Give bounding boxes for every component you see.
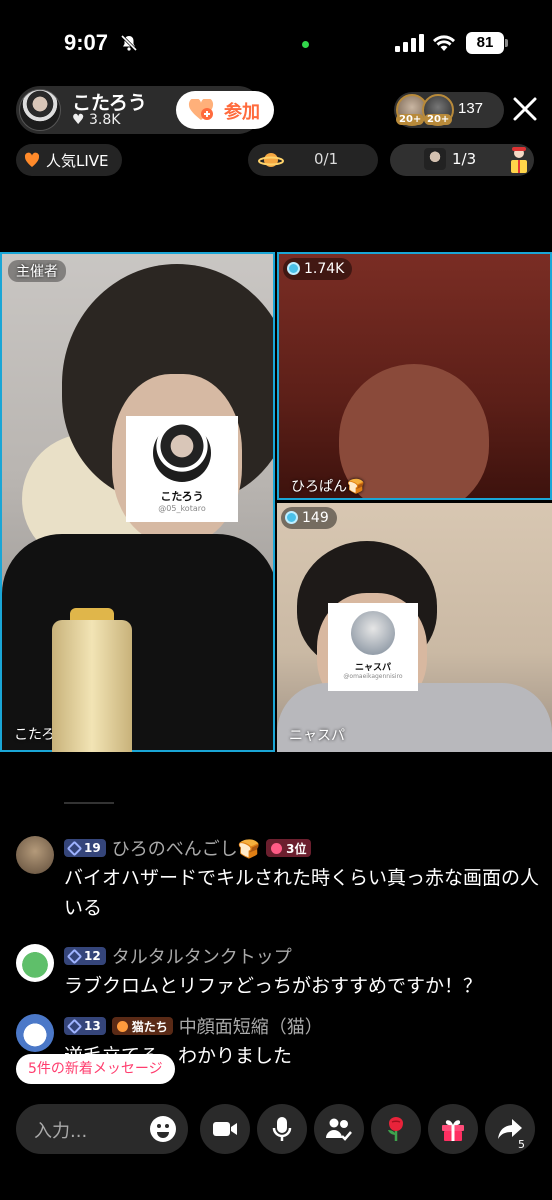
host-avatar[interactable] (19, 89, 61, 131)
people-check-icon (326, 1118, 352, 1141)
comment-header: 13 猫たち 中顔面短縮（猫） (64, 1014, 323, 1038)
commenter-avatar[interactable] (16, 944, 54, 982)
level-badge: 13 (64, 1017, 106, 1035)
host-likes: ♥ 3.8K (72, 112, 121, 128)
wifi-icon (433, 35, 455, 51)
microphone-icon (272, 1117, 292, 1141)
host-shirt (2, 534, 273, 750)
new-messages-button[interactable]: 5件の新着メッセージ (16, 1054, 175, 1084)
fan-heart-icon (116, 1020, 128, 1032)
rank-value: 3位 (286, 841, 307, 856)
join-label: 参加 (224, 102, 260, 123)
share-button[interactable] (485, 1104, 535, 1154)
close-icon[interactable] (512, 96, 538, 122)
status-time: 9:07 (64, 30, 109, 55)
guest2-profile-card[interactable]: ニャスパ @omaeikagennisiro (328, 603, 418, 691)
host-profile-pill[interactable]: こたろう ♥ 3.8K 参加 (16, 86, 274, 134)
comment-text: バイオハザードでキルされた時くらい真っ赤な画面の人いる (64, 867, 540, 919)
guest1-video-tile[interactable]: 1.74K ひろぱん🍞 (277, 252, 552, 500)
commenter-avatar[interactable] (16, 1014, 54, 1052)
guest-value: 1/3 (452, 150, 477, 168)
comment-header: 19 ひろのべんごし🍞 3位 (64, 835, 312, 861)
rose-icon (388, 1117, 403, 1141)
host-card-avatar (153, 424, 211, 482)
spray-can (52, 620, 132, 752)
host-name: こたろう (72, 92, 147, 114)
heart-plus-icon (188, 99, 214, 120)
host-role-tag: 主催者 (8, 260, 66, 282)
level-badge: 19 (64, 839, 106, 857)
guest2-name: ニャスパ (289, 728, 345, 744)
video-camera-icon (213, 1122, 237, 1136)
commenter-name[interactable]: ひろのべんごし🍞 (112, 835, 260, 861)
fan-club-badge: 猫たち (111, 1017, 173, 1035)
orange-heart-icon (24, 152, 40, 167)
rose-gift-button[interactable] (371, 1104, 421, 1154)
guest2-gems: 149 (302, 510, 329, 526)
planet-value: 0/1 (314, 150, 339, 168)
join-button[interactable]: 参加 (176, 91, 274, 129)
viewer-count: 137 (458, 100, 484, 117)
battery-indicator: 81 (466, 32, 504, 54)
privacy-indicator (302, 41, 309, 48)
guest2-card-name: ニャスパ (354, 663, 391, 673)
diamond-icon (66, 1018, 83, 1034)
diamond-icon (66, 948, 83, 964)
emoji-icon[interactable] (149, 1115, 177, 1143)
planet-icon (258, 153, 284, 167)
ranking-badge[interactable]: 人気LIVE (16, 144, 122, 176)
share-count: 5 (518, 1138, 525, 1151)
gem-icon (285, 511, 298, 524)
comment-input[interactable]: 入力... (16, 1104, 188, 1154)
level-badge: 12 (64, 947, 106, 965)
input-placeholder: 入力... (34, 1121, 88, 1142)
fan-club-name: 猫たち (131, 1019, 168, 1034)
guest2-card-avatar (351, 611, 395, 655)
host-profile-card[interactable]: こたろう @05_kotaro (126, 416, 238, 522)
comment-text: ラブクロムとリファどっちがおすすめですか！？ (64, 975, 483, 997)
chat-divider (64, 802, 114, 804)
rank-badge: 3位 (266, 839, 312, 857)
gift-button[interactable] (428, 1104, 478, 1154)
guest2-gem-badge: 149 (281, 507, 337, 529)
gift-character-icon (511, 147, 527, 173)
guest2-video-tile[interactable]: 149 ニャスパ @omaeikagennisiro ニャスパ (277, 503, 552, 752)
diamond-icon (66, 840, 83, 856)
guest-slots[interactable]: 1/3 (390, 144, 534, 176)
guest-avatar (424, 148, 446, 170)
video-button[interactable] (200, 1104, 250, 1154)
medal-icon (271, 842, 283, 854)
battery-tip (505, 39, 508, 47)
commenter-avatar[interactable] (16, 836, 54, 874)
viewer-badge: 20+ (424, 114, 453, 125)
guests-button[interactable] (314, 1104, 364, 1154)
host-card-name: こたろう (160, 490, 204, 503)
host-card-handle: @05_kotaro (158, 504, 206, 513)
guest1-gem-badge: 1.74K (283, 258, 353, 280)
guest1-gems: 1.74K (304, 261, 345, 277)
silent-bell-icon (120, 34, 138, 52)
level-value: 19 (84, 841, 101, 855)
level-value: 12 (84, 949, 101, 963)
viewer-badge: 20+ (396, 114, 425, 125)
cellular-signal-icon (395, 34, 424, 52)
ranking-label: 人気LIVE (46, 152, 109, 170)
comment-header: 12 タルタルタンクトップ (64, 944, 292, 968)
commenter-name[interactable]: タルタルタンクトップ (112, 943, 292, 969)
top-viewers[interactable]: 20+ 20+ 137 (394, 92, 504, 128)
guest2-card-handle: @omaeikagennisiro (343, 673, 403, 680)
commenter-name[interactable]: 中顔面短縮（猫） (179, 1013, 323, 1039)
planet-goal[interactable]: 0/1 (248, 144, 378, 176)
gem-icon (287, 262, 300, 275)
gift-box-icon (442, 1120, 464, 1141)
host-video-tile[interactable]: 主催者 こたろう @05_kotaro こたろう (0, 252, 275, 752)
level-value: 13 (84, 1019, 101, 1033)
guest1-name: ひろぱん🍞 (291, 479, 365, 495)
microphone-button[interactable] (257, 1104, 307, 1154)
